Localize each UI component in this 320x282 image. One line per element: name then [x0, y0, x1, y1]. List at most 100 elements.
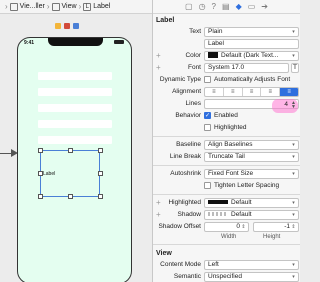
ruler-icon[interactable]: ▭	[248, 2, 256, 12]
text-field[interactable]	[38, 136, 112, 144]
dynamic-type-checkbox[interactable]	[204, 76, 211, 83]
text-field[interactable]	[38, 104, 112, 112]
shadow-offset-height-field[interactable]: -1 ⇕	[253, 222, 299, 232]
breadcrumb-item[interactable]: Label	[93, 3, 110, 10]
chevron-down-icon: ▾	[292, 29, 295, 35]
align-center-icon[interactable]: ≡	[224, 88, 243, 96]
alignment-segmented-control[interactable]: ≡ ≡ ≡ ≡ ≡	[204, 87, 299, 97]
shadow-label: Shadow	[177, 211, 202, 218]
chevron-down-icon: ▾	[292, 154, 295, 160]
lines-field[interactable]: 4 ▲ ▼	[204, 99, 299, 113]
alignment-row: Alignment ≡ ≡ ≡ ≡ ≡	[153, 86, 300, 98]
color-swatch	[208, 52, 218, 59]
shadow-offset-width-field[interactable]: 0 ⇕	[204, 222, 249, 232]
font-label: Font	[187, 64, 201, 71]
chevron-down-icon: ▾	[292, 262, 295, 268]
align-left-icon[interactable]: ≡	[205, 88, 224, 96]
align-right-icon[interactable]: ≡	[243, 88, 262, 96]
text-content-value: Label	[208, 40, 224, 47]
text-field[interactable]	[38, 120, 112, 128]
content-mode-popup[interactable]: Left ▾	[204, 260, 299, 270]
align-natural-icon[interactable]: ≡	[280, 88, 298, 96]
chevron-down-icon: ▾	[292, 200, 295, 206]
baseline-popup[interactable]: Align Baselines ▾	[204, 140, 299, 150]
device-frame[interactable]: 9:41 Label	[17, 37, 132, 282]
plus-icon[interactable]: +	[156, 51, 161, 60]
chevron-right-icon: ›	[5, 2, 8, 11]
exit-icon[interactable]	[73, 23, 79, 29]
resize-handle[interactable]	[98, 171, 103, 176]
attributes-inspector: ▢ ◷ ? ▤ ◆ ▭ ➔ Label Text Plain ▾ Label +…	[152, 0, 300, 282]
resize-handle[interactable]	[98, 148, 103, 153]
resize-handle[interactable]	[98, 194, 103, 199]
enabled-checkbox[interactable]: ✓	[204, 112, 211, 119]
text-label: Text	[189, 28, 201, 35]
highlighted-checkbox[interactable]	[204, 124, 211, 131]
width-sublabel: Width	[221, 234, 237, 240]
text-content-field[interactable]: Label	[204, 39, 299, 49]
battery-icon	[114, 40, 124, 44]
resize-handle[interactable]	[68, 148, 73, 153]
autoshrink-row: Autoshrink Fixed Font Size ▾	[153, 168, 300, 180]
shadow-value: Default	[231, 211, 252, 218]
content-mode-row: Content Mode Left ▾	[153, 259, 300, 271]
file-icon[interactable]: ▢	[185, 2, 193, 12]
line-break-value: Truncate Tail	[208, 153, 245, 160]
tighten-checkbox[interactable]	[204, 182, 211, 189]
first-responder-icon[interactable]	[64, 23, 70, 29]
dynamic-type-row: Dynamic Type Automatically Adjusts Font	[153, 74, 300, 86]
breadcrumb-item[interactable]: Vie...ller	[20, 3, 45, 10]
resize-handle[interactable]	[38, 148, 43, 153]
help-icon[interactable]: ?	[212, 2, 216, 12]
text-field[interactable]	[38, 88, 112, 96]
shadow-offset-row: Shadow Offset 0 ⇕ -1 ⇕	[153, 221, 300, 233]
highlighted-color-popup[interactable]: Default ▾	[204, 198, 299, 208]
view-controller-icon[interactable]	[55, 23, 61, 29]
plus-icon[interactable]: +	[156, 63, 161, 72]
chevron-down-icon: ▾	[292, 171, 295, 177]
breadcrumb-item[interactable]: View	[62, 3, 77, 10]
connections-icon[interactable]: ➔	[261, 2, 268, 12]
font-field[interactable]: System 17.0	[204, 63, 289, 73]
chevron-down-icon: ▾	[292, 212, 295, 218]
shadow-color-popup[interactable]: Default ▾	[204, 210, 299, 220]
semantic-value: Unspecified	[208, 273, 242, 280]
text-row: Text Plain ▾	[153, 26, 300, 38]
line-break-popup[interactable]: Truncate Tail ▾	[204, 152, 299, 162]
content-mode-value: Left	[208, 261, 219, 268]
semantic-label: Semantic	[173, 273, 201, 280]
behavior-label: Behavior	[175, 112, 201, 119]
align-justify-icon[interactable]: ≡	[261, 88, 281, 96]
resize-handle[interactable]	[68, 194, 73, 199]
text-type-popup[interactable]: Plain ▾	[204, 27, 299, 37]
text-content-row: Label	[153, 38, 300, 50]
attributes-icon[interactable]: ◆	[236, 2, 242, 12]
identity-icon[interactable]: ▤	[222, 2, 230, 12]
device-notch	[48, 38, 103, 46]
stepper-icon[interactable]: ⇕	[290, 223, 297, 231]
text-field[interactable]	[38, 72, 112, 80]
alignment-label: Alignment	[172, 88, 201, 95]
color-swatch	[208, 200, 228, 205]
color-swatch	[208, 212, 228, 217]
stepper-icon[interactable]: ⇕	[240, 223, 247, 231]
behavior-row: Behavior ✓ Enabled	[153, 110, 300, 122]
autoshrink-popup[interactable]: Fixed Font Size ▾	[204, 169, 299, 179]
resize-handle[interactable]	[38, 194, 43, 199]
section-title-label: Label	[156, 17, 175, 24]
status-bar-time: 9:41	[24, 40, 35, 46]
font-picker-button[interactable]: T	[291, 63, 299, 73]
stepper-icon[interactable]: ▲ ▼	[291, 101, 296, 110]
highlighted-color-value: Default	[231, 199, 252, 206]
clock-icon[interactable]: ◷	[199, 2, 206, 12]
selected-label[interactable]: Label	[38, 148, 103, 199]
divider	[153, 136, 300, 137]
plus-icon[interactable]: +	[156, 210, 161, 219]
resize-handle[interactable]	[38, 171, 43, 176]
storyboard-canvas[interactable]: 9:41 Label	[0, 14, 152, 282]
semantic-popup[interactable]: Unspecified ▾	[204, 272, 299, 282]
plus-icon[interactable]: +	[156, 198, 161, 207]
color-popup[interactable]: Default (Dark Text... ▾	[204, 51, 299, 61]
section-title-view: View	[156, 250, 172, 257]
lines-value: 4	[284, 101, 288, 108]
